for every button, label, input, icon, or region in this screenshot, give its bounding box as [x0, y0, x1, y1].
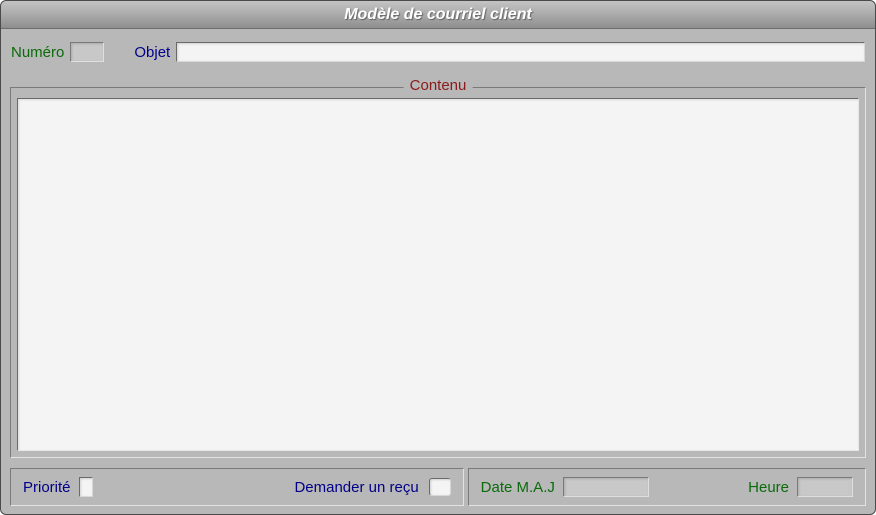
- date-label: Date M.A.J: [481, 479, 555, 496]
- receipt-checkbox[interactable]: [429, 478, 451, 496]
- heure-label: Heure: [748, 479, 789, 496]
- window-title: Modèle de courriel client: [344, 6, 532, 24]
- numero-field: [70, 42, 104, 62]
- objet-label: Objet: [134, 44, 170, 61]
- objet-input[interactable]: [176, 42, 865, 62]
- priorite-group: Priorité: [23, 477, 93, 497]
- bottom-left-group: Priorité Demander un reçu: [10, 468, 464, 506]
- client-area: Numéro Objet Contenu Priorité Demander u…: [1, 29, 875, 514]
- numero-label: Numéro: [11, 44, 64, 61]
- window-frame: Modèle de courriel client Numéro Objet C…: [0, 0, 876, 515]
- titlebar[interactable]: Modèle de courriel client: [1, 1, 875, 29]
- header-row: Numéro Objet: [11, 37, 865, 65]
- receipt-label: Demander un reçu: [294, 479, 418, 496]
- receipt-group: Demander un reçu: [294, 478, 450, 496]
- bottom-right-group: Date M.A.J Heure: [468, 468, 866, 506]
- priorite-input[interactable]: [79, 477, 93, 497]
- content-fieldset: Contenu: [10, 87, 866, 458]
- content-textarea[interactable]: [17, 98, 859, 451]
- date-field: [563, 477, 649, 497]
- bottom-bar: Priorité Demander un reçu Date M.A.J Heu…: [10, 468, 866, 506]
- heure-field: [797, 477, 853, 497]
- priorite-label: Priorité: [23, 479, 71, 496]
- content-legend: Contenu: [404, 77, 473, 94]
